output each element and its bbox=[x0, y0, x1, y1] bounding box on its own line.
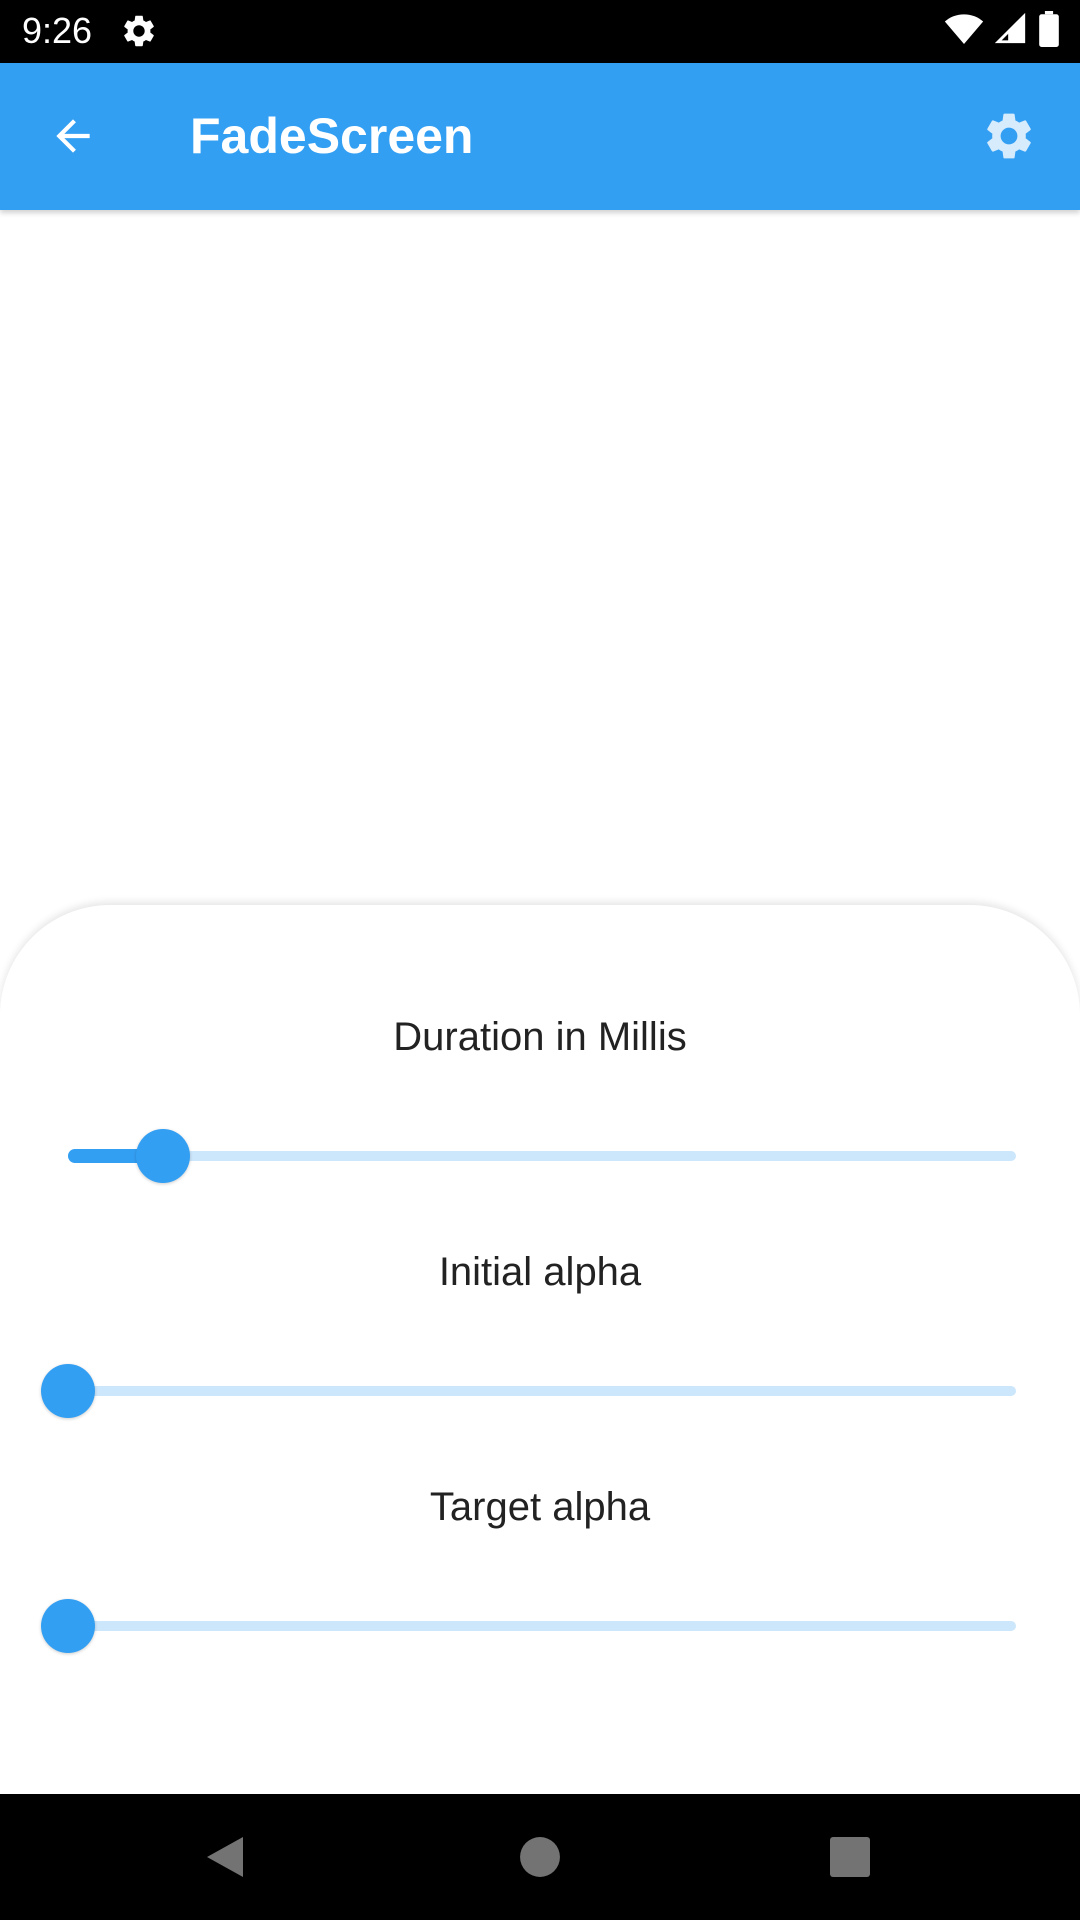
arrow-back-icon bbox=[56, 119, 90, 153]
target-alpha-label: Target alpha bbox=[429, 1485, 651, 1529]
back-triangle-icon bbox=[207, 1837, 243, 1877]
status-icons bbox=[944, 10, 1060, 52]
duration-slider[interactable] bbox=[68, 1129, 1016, 1183]
signal-icon bbox=[994, 12, 1028, 51]
nav-home-button[interactable] bbox=[505, 1822, 575, 1892]
home-circle-icon bbox=[520, 1837, 560, 1877]
slider-thumb[interactable] bbox=[41, 1364, 95, 1418]
duration-label: Duration in Millis bbox=[393, 1015, 687, 1059]
slider-thumb[interactable] bbox=[41, 1599, 95, 1653]
battery-icon bbox=[1038, 10, 1060, 52]
page-title: FadeScreen bbox=[190, 108, 474, 164]
target-alpha-slider[interactable] bbox=[41, 1599, 1016, 1653]
bottom-sheet: Duration in Millis Initial alpha Target … bbox=[0, 905, 1080, 1795]
settings-icon bbox=[987, 113, 1031, 159]
initial-alpha-label: Initial alpha bbox=[438, 1250, 642, 1294]
slider-thumb[interactable] bbox=[135, 1129, 190, 1183]
recents-square-icon bbox=[830, 1837, 870, 1877]
nav-back-button[interactable] bbox=[190, 1822, 260, 1892]
back-button[interactable] bbox=[40, 103, 106, 169]
status-bar: 9:26 bbox=[0, 0, 1080, 63]
initial-alpha-slider[interactable] bbox=[41, 1364, 1016, 1418]
slider-track bbox=[68, 1621, 1016, 1631]
status-time: 9:26 bbox=[22, 10, 93, 51]
slider-track bbox=[68, 1151, 1016, 1161]
slider-track bbox=[68, 1386, 1016, 1396]
app-bar: FadeScreen bbox=[0, 63, 1080, 210]
wifi-icon bbox=[944, 12, 984, 51]
navigation-bar bbox=[0, 1794, 1080, 1920]
settings-icon bbox=[120, 12, 158, 50]
nav-recents-button[interactable] bbox=[815, 1822, 885, 1892]
settings-button[interactable] bbox=[976, 103, 1042, 169]
